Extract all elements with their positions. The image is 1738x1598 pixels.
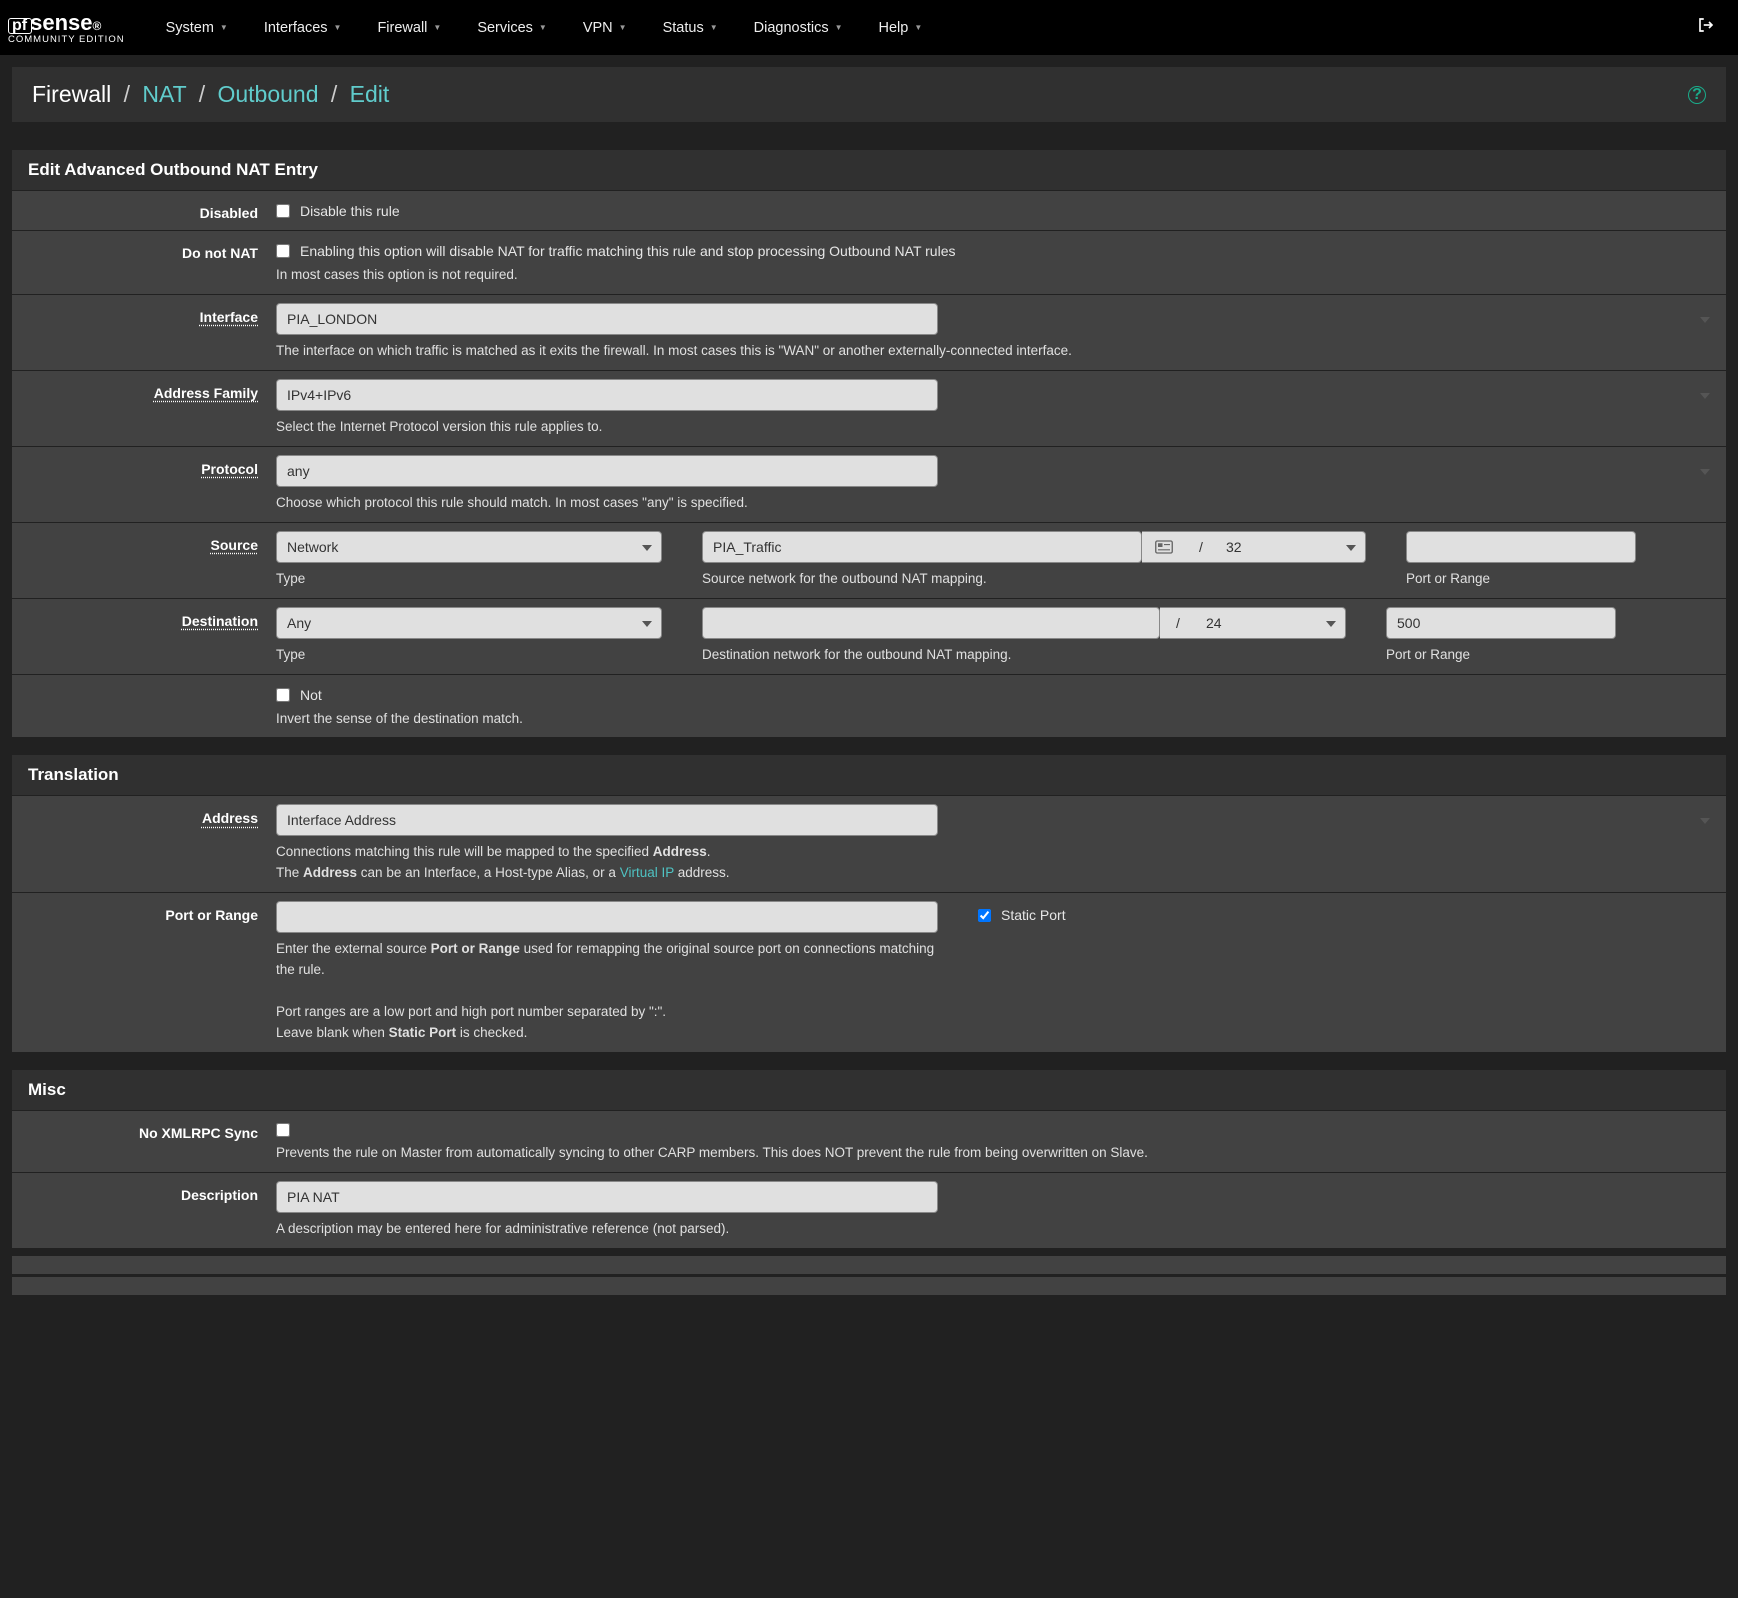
nav-system[interactable]: System▼ xyxy=(150,14,244,42)
label-source: Source xyxy=(211,537,258,553)
source-network-input[interactable] xyxy=(702,531,1142,563)
top-navbar: pfsense® COMMUNITY EDITION System▼ Inter… xyxy=(0,0,1738,55)
crumb-outbound[interactable]: Outbound xyxy=(217,81,318,107)
virtual-ip-link[interactable]: Virtual IP xyxy=(620,865,674,880)
description-input[interactable] xyxy=(276,1181,938,1213)
spacer-row xyxy=(12,1277,1726,1295)
caret-down-icon: ▼ xyxy=(710,23,718,32)
caret-down-icon: ▼ xyxy=(914,23,922,32)
nav-vpn[interactable]: VPN▼ xyxy=(567,14,643,42)
interface-select[interactable]: PIA_LONDON xyxy=(276,303,938,335)
label-protocol: Protocol xyxy=(201,461,258,477)
cidr-slash: / xyxy=(1160,607,1196,639)
caret-down-icon: ▼ xyxy=(539,23,547,32)
label-disabled: Disabled xyxy=(200,205,258,221)
nonat-checkbox[interactable] xyxy=(276,244,290,258)
source-cidr-select[interactable]: 32 xyxy=(1216,531,1366,563)
af-help: Select the Internet Protocol version thi… xyxy=(276,417,1720,438)
address-family-select[interactable]: IPv4+IPv6 xyxy=(276,379,938,411)
dest-type-help: Type xyxy=(276,645,662,666)
descr-help: A description may be entered here for ad… xyxy=(276,1219,1720,1240)
nav-status[interactable]: Status▼ xyxy=(647,14,734,42)
spacer-row xyxy=(12,1256,1726,1274)
dest-net-help: Destination network for the outbound NAT… xyxy=(702,645,1346,666)
label-nonat: Do not NAT xyxy=(182,245,258,261)
source-net-help: Source network for the outbound NAT mapp… xyxy=(702,569,1366,590)
nav-interfaces[interactable]: Interfaces▼ xyxy=(248,14,358,42)
panel-title: Misc xyxy=(12,1070,1726,1110)
dest-not-help: Invert the sense of the destination matc… xyxy=(276,709,1720,730)
label-af: Address Family xyxy=(154,385,258,401)
dest-port-input[interactable] xyxy=(1386,607,1616,639)
panel-translation: Translation Address Interface Address Co… xyxy=(12,755,1726,1051)
static-port-label[interactable]: Static Port xyxy=(1001,907,1066,923)
caret-down-icon: ▼ xyxy=(220,23,228,32)
disabled-checkbox[interactable] xyxy=(276,204,290,218)
source-type-help: Type xyxy=(276,569,662,590)
crumb-firewall: Firewall xyxy=(32,81,111,107)
breadcrumb-bar: Firewall / NAT / Outbound / Edit ? xyxy=(12,67,1726,122)
caret-down-icon: ▼ xyxy=(835,23,843,32)
interface-help: The interface on which traffic is matche… xyxy=(276,341,1720,362)
dest-network-input[interactable] xyxy=(702,607,1160,639)
panel-title: Edit Advanced Outbound NAT Entry xyxy=(12,150,1726,190)
nav-services[interactable]: Services▼ xyxy=(461,14,563,42)
caret-down-icon: ▼ xyxy=(334,23,342,32)
label-description: Description xyxy=(181,1187,258,1203)
alias-icon xyxy=(1142,531,1186,563)
crumb-edit[interactable]: Edit xyxy=(350,81,390,107)
label-interface: Interface xyxy=(200,309,258,325)
logo[interactable]: pfsense® COMMUNITY EDITION xyxy=(8,10,125,45)
dest-not-checkbox[interactable] xyxy=(276,688,290,702)
help-icon[interactable]: ? xyxy=(1688,86,1706,104)
dest-port-help: Port or Range xyxy=(1386,645,1616,666)
crumb-nat[interactable]: NAT xyxy=(142,81,186,107)
cidr-slash: / xyxy=(1186,531,1216,563)
caret-down-icon: ▼ xyxy=(433,23,441,32)
source-port-input[interactable] xyxy=(1406,531,1636,563)
translation-port-input[interactable] xyxy=(276,901,938,933)
nosync-checkbox[interactable] xyxy=(276,1123,290,1137)
protocol-select[interactable]: any xyxy=(276,455,938,487)
nonat-help: In most cases this option is not require… xyxy=(276,265,1720,286)
translation-address-select[interactable]: Interface Address xyxy=(276,804,938,836)
label-nosync: No XMLRPC Sync xyxy=(139,1125,258,1141)
panel-misc: Misc No XMLRPC Sync Prevents the rule on… xyxy=(12,1070,1726,1248)
nav-help[interactable]: Help▼ xyxy=(863,14,939,42)
label-destination: Destination xyxy=(182,613,258,629)
caret-down-icon: ▼ xyxy=(619,23,627,32)
logout-icon[interactable] xyxy=(1689,16,1723,39)
disabled-checkbox-label[interactable]: Disable this rule xyxy=(300,203,400,219)
label-trans-port: Port or Range xyxy=(165,907,258,923)
source-type-select[interactable]: Network xyxy=(276,531,662,563)
nav-diagnostics[interactable]: Diagnostics▼ xyxy=(738,14,859,42)
nosync-help: Prevents the rule on Master from automat… xyxy=(276,1143,1720,1164)
trans-addr-help: Connections matching this rule will be m… xyxy=(276,842,1720,884)
nonat-checkbox-label[interactable]: Enabling this option will disable NAT fo… xyxy=(300,243,956,259)
panel-title: Translation xyxy=(12,755,1726,795)
dest-not-label[interactable]: Not xyxy=(300,687,322,703)
trans-port-help: Enter the external source Port or Range … xyxy=(276,939,956,1044)
protocol-help: Choose which protocol this rule should m… xyxy=(276,493,1720,514)
label-trans-address: Address xyxy=(202,810,258,826)
nav-menu: System▼ Interfaces▼ Firewall▼ Services▼ … xyxy=(150,14,1689,42)
breadcrumb: Firewall / NAT / Outbound / Edit xyxy=(32,81,389,108)
nav-firewall[interactable]: Firewall▼ xyxy=(361,14,457,42)
source-port-help: Port or Range xyxy=(1406,569,1636,590)
panel-edit-entry: Edit Advanced Outbound NAT Entry Disable… xyxy=(12,150,1726,737)
dest-cidr-select[interactable]: 24 xyxy=(1196,607,1346,639)
static-port-checkbox[interactable] xyxy=(978,909,991,922)
dest-type-select[interactable]: Any xyxy=(276,607,662,639)
